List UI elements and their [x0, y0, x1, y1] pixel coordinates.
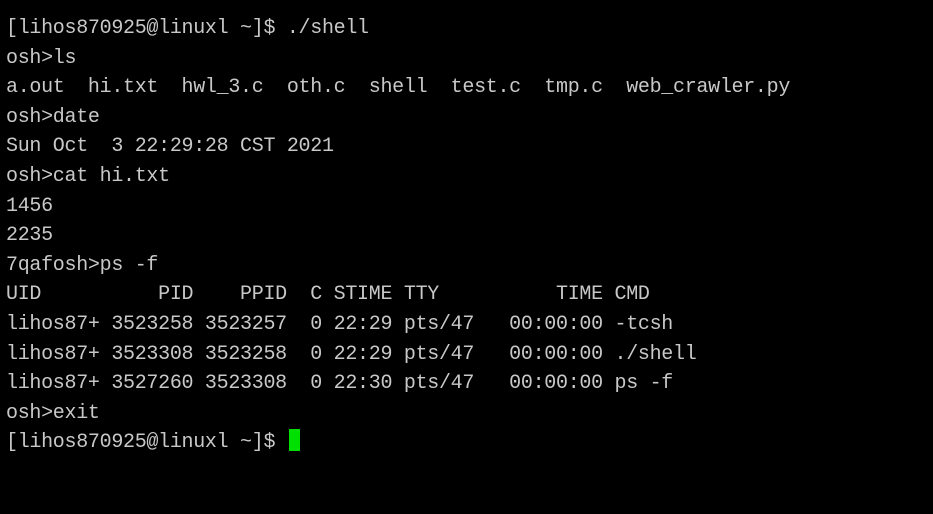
- terminal-line-shell-launch: [lihos870925@linuxl ~]$ ./shell: [6, 17, 369, 40]
- terminal-prompt-line[interactable]: [lihos870925@linuxl ~]$: [6, 428, 933, 458]
- terminal-line-ps-row-3: lihos87+ 3527260 3523308 0 22:30 pts/47 …: [6, 372, 674, 396]
- terminal-line-ps-command: 7qafosh>ps -f: [6, 253, 159, 277]
- terminal-line-ps-row-1: lihos87+ 3523258 3523257 0 22:29 pts/47 …: [6, 312, 674, 336]
- terminal-prompt: [lihos870925@linuxl ~]$: [6, 431, 287, 455]
- terminal-line-exit-command: osh>exit: [6, 401, 100, 425]
- terminal-window[interactable]: [lihos870925@linuxl ~]$ ./shell osh>ls a…: [0, 0, 933, 514]
- terminal-line-cat-output-2: 2235: [6, 224, 53, 248]
- terminal-line-ls-command: osh>ls: [6, 46, 77, 70]
- terminal-line-date-output: Sun Oct 3 22:29:28 CST 2021: [6, 135, 334, 159]
- terminal-cursor[interactable]: [288, 429, 300, 452]
- terminal-line-ls-output: a.out hi.txt hwl_3.c oth.c shell test.c …: [6, 76, 791, 100]
- terminal-line-ps-header: UID PID PPID C STIME TTY TIME CMD: [6, 283, 650, 307]
- terminal-line-date-command: osh>date: [6, 105, 100, 129]
- terminal-line-ps-row-2: lihos87+ 3523308 3523258 0 22:29 pts/47 …: [6, 342, 697, 366]
- terminal-line-cat-command: osh>cat hi.txt: [6, 164, 170, 188]
- terminal-line-cat-output-1: 1456: [6, 194, 53, 218]
